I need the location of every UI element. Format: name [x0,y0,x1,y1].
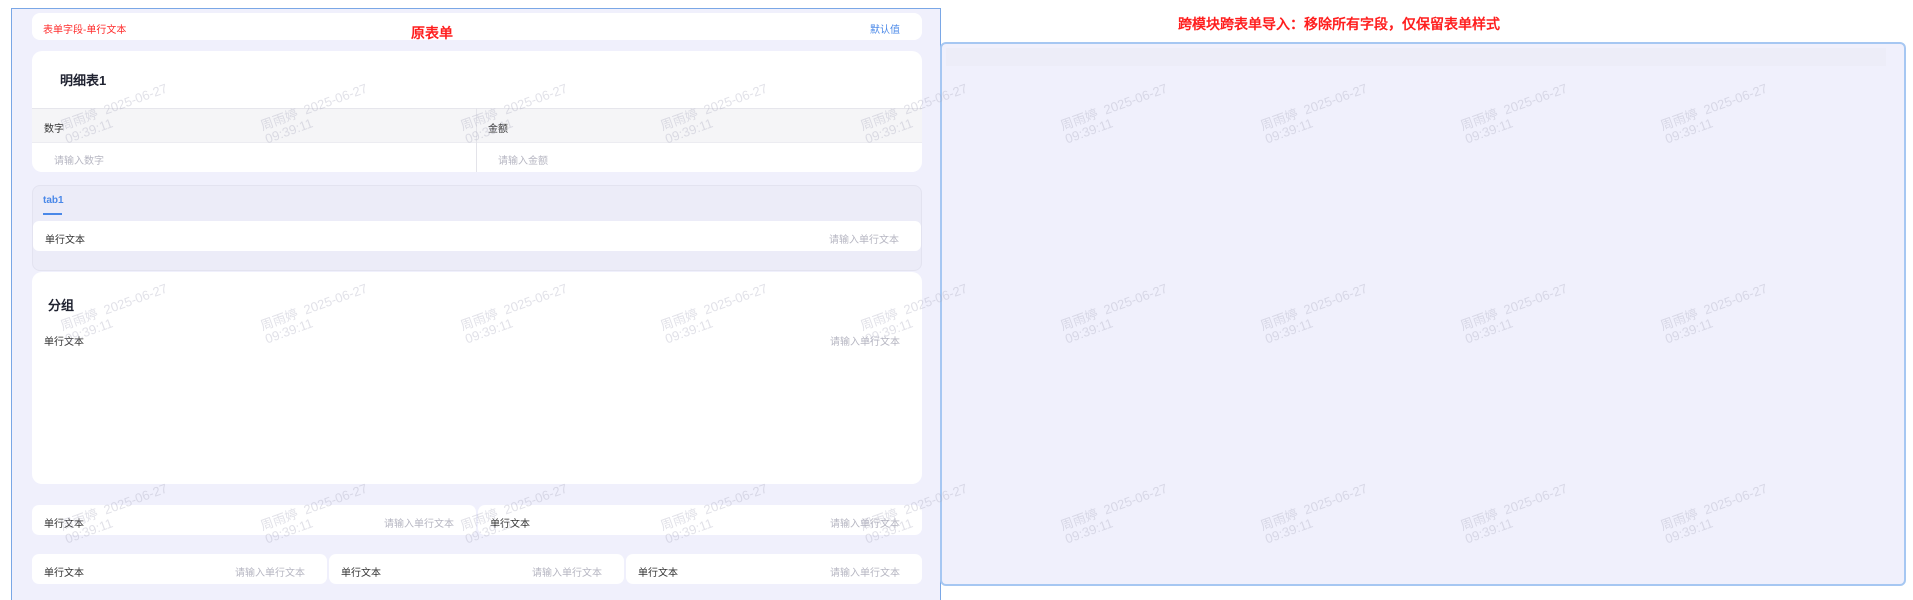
column-header-amount: 金额 [488,124,508,135]
original-form-title: 原表单 [411,25,453,41]
column-divider [476,108,477,172]
detail-table-title: 明细表1 [60,73,107,88]
original-form-panel: 表单字段-单行文本 默认值 明细表1 数字 金额 请输入数字 请输入金额 tab… [11,8,941,600]
field-input[interactable]: 请输入单行文本 [830,515,900,530]
tab-active-indicator [43,213,62,215]
tab-field-input[interactable]: 请输入单行文本 [829,231,899,246]
amount-input[interactable]: 请输入金额 [498,152,548,167]
tabs-container: tab1 单行文本 请输入单行文本 [32,185,922,271]
field-row-2col-1[interactable]: 单行文本 请输入单行文本 [32,505,476,535]
number-input[interactable]: 请输入数字 [54,152,104,167]
group-card: 分组 单行文本 请输入单行文本 [32,272,922,484]
field-input[interactable]: 请输入单行文本 [235,564,305,579]
tab-field-label: 单行文本 [45,235,85,246]
imported-form-panel [940,42,1906,586]
empty-form-header-strip [946,48,1886,66]
top-field-row[interactable]: 表单字段-单行文本 默认值 [32,13,922,40]
tab-tab1[interactable]: tab1 [43,195,64,206]
field-row-3col-1[interactable]: 单行文本 请输入单行文本 [32,554,327,584]
tab-field-row[interactable]: 单行文本 请输入单行文本 [33,221,921,251]
field-label: 单行文本 [638,568,678,579]
import-result-title: 跨模块跨表单导入：移除所有字段，仅保留表单样式 [1178,16,1500,32]
field-input[interactable]: 请输入单行文本 [384,515,454,530]
field-input[interactable]: 请输入单行文本 [830,564,900,579]
group-field-input[interactable]: 请输入单行文本 [830,333,900,348]
detail-table-header [32,108,922,143]
group-field-label: 单行文本 [44,337,84,348]
column-header-number: 数字 [44,124,64,135]
field-label: 单行文本 [44,568,84,579]
field-label: 单行文本 [44,519,84,530]
field-label: 单行文本 [341,568,381,579]
field-label: 单行文本 [490,519,530,530]
detail-table-card: 明细表1 数字 金额 请输入数字 请输入金额 [32,51,922,172]
group-title: 分组 [48,298,75,313]
default-value-link[interactable]: 默认值 [870,21,900,36]
field-row-3col-2[interactable]: 单行文本 请输入单行文本 [329,554,624,584]
field-input[interactable]: 请输入单行文本 [532,564,602,579]
field-row-2col-2[interactable]: 单行文本 请输入单行文本 [478,505,922,535]
field-row-3col-3[interactable]: 单行文本 请输入单行文本 [626,554,922,584]
top-field-label: 表单字段-单行文本 [43,25,127,36]
